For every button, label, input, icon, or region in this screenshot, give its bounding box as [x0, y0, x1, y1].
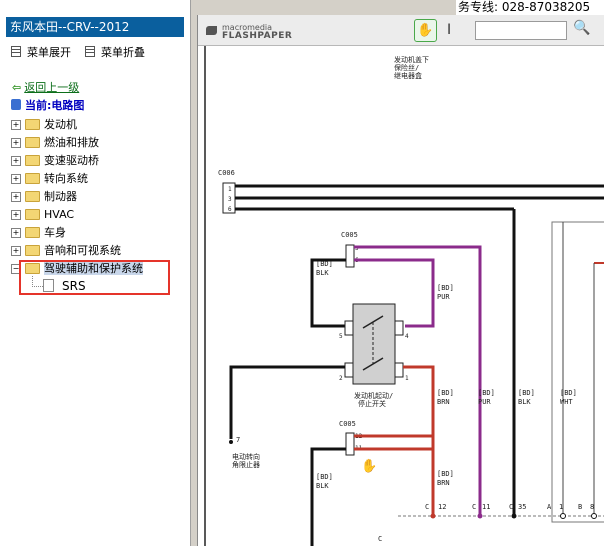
folder-icon: [25, 245, 40, 256]
connector-c005-upper-label: C005: [341, 231, 358, 239]
search-input[interactable]: [475, 21, 567, 40]
tree-connector-line: [32, 276, 43, 287]
expand-plus-icon[interactable]: +: [11, 120, 21, 130]
folder-icon: [25, 173, 40, 184]
svg-text:4: 4: [405, 333, 409, 340]
svg-text:发动机盖下保险丝/继电器盒: 发动机盖下保险丝/继电器盒: [394, 55, 429, 80]
svg-text:[BD]: [BD]: [518, 389, 535, 397]
hand-icon: ✋: [417, 23, 434, 38]
svg-text:C: C: [472, 503, 476, 511]
document-viewer: macromedia FLASHPAPER ✋ I 🔍 发动机盖下保险丝/继电器…: [197, 15, 604, 546]
folder-icon: [25, 137, 40, 148]
back-link[interactable]: ⇦ 返回上一级: [12, 81, 79, 95]
svg-text:[BD]: [BD]: [478, 389, 495, 397]
svg-text:PUR: PUR: [437, 293, 450, 301]
computer-icon: [11, 99, 21, 110]
expand-plus-icon[interactable]: +: [11, 192, 21, 202]
svg-text:B: B: [578, 503, 582, 511]
tree-item-hvac[interactable]: + HVAC: [11, 207, 74, 223]
svg-text:BLK: BLK: [316, 482, 329, 490]
svg-text:35: 35: [518, 503, 526, 511]
svg-text:WHT: WHT: [560, 398, 573, 406]
service-hotline: 务专线: 028-87038205: [456, 0, 604, 15]
svg-text:PUR: PUR: [478, 398, 491, 406]
tree-item-srs[interactable]: SRS: [43, 279, 86, 293]
text-cursor-icon: I: [447, 22, 452, 38]
expand-plus-icon[interactable]: +: [11, 138, 21, 148]
folder-icon: [25, 155, 40, 166]
svg-text:[BD]: [BD]: [437, 284, 454, 292]
svg-text:BLK: BLK: [316, 269, 329, 277]
top-note-line: 发动机盖下: [394, 55, 429, 64]
sidebar-title: 东风本田--CRV--2012: [6, 17, 184, 37]
search-icon[interactable]: 🔍: [573, 20, 590, 36]
text-select-button[interactable]: I: [447, 22, 451, 38]
switch-label: 发动机起动/: [354, 391, 393, 400]
svg-text:2: 2: [339, 375, 343, 382]
svg-text:[BD]: [BD]: [437, 470, 454, 478]
document-icon: [43, 279, 54, 292]
folder-icon: [25, 209, 40, 220]
svg-text:8: 8: [590, 503, 594, 511]
list-icon: [85, 46, 95, 57]
back-arrow-icon: ⇦: [12, 81, 22, 94]
connector-c005-lower-label: C005: [339, 420, 356, 428]
svg-text:C: C: [425, 503, 429, 511]
left-note: 电动转向: [232, 452, 260, 461]
svg-text:7: 7: [236, 436, 240, 444]
folder-icon: [25, 227, 40, 238]
svg-text:BLK: BLK: [518, 398, 531, 406]
hand-tool-button[interactable]: ✋: [414, 19, 437, 42]
svg-text:5: 5: [339, 333, 343, 340]
tree-item-steering[interactable]: + 转向系统: [11, 171, 88, 187]
hand-cursor-icon: ✋: [361, 458, 377, 474]
svg-text:1: 1: [559, 503, 563, 511]
svg-text:C: C: [378, 535, 382, 543]
expand-plus-icon[interactable]: +: [11, 210, 21, 220]
svg-text:BRN: BRN: [437, 398, 450, 406]
expand-plus-icon[interactable]: +: [11, 174, 21, 184]
expand-plus-icon[interactable]: +: [11, 156, 21, 166]
folder-icon: [25, 191, 40, 202]
flashpaper-mark-icon: [206, 26, 217, 35]
wiring-diagram: 发动机盖下保险丝/继电器盒 C006 1 3 6 C005 5 6 [BD] B…: [204, 46, 604, 546]
svg-text:12: 12: [438, 503, 446, 511]
tree-item-engine[interactable]: + 发动机: [11, 117, 77, 133]
svg-text:电动转向角限止器: 电动转向角限止器: [232, 452, 260, 469]
connector-c006-label: C006: [218, 169, 235, 177]
svg-text:11: 11: [482, 503, 490, 511]
svg-text:[BD]: [BD]: [316, 473, 333, 481]
expand-plus-icon[interactable]: +: [11, 246, 21, 256]
tree-item-brakes[interactable]: + 制动器: [11, 189, 77, 205]
svg-text:1: 1: [405, 375, 409, 382]
svg-text:BRN: BRN: [437, 479, 450, 487]
sidebar: 东风本田--CRV--2012 菜单展开 菜单折叠 ⇦ 返回上一级 当前:电路图 …: [0, 0, 191, 546]
svg-text:C: C: [509, 503, 513, 511]
svg-text:发动机起动/停止开关: 发动机起动/停止开关: [354, 391, 393, 408]
list-icon: [11, 46, 21, 57]
menu-expand-button[interactable]: 菜单展开: [11, 46, 71, 60]
current-location: 当前:电路图: [11, 99, 84, 113]
tree-item-fuel[interactable]: + 燃油和排放: [11, 135, 99, 151]
folder-icon: [25, 119, 40, 130]
menu-collapse-button[interactable]: 菜单折叠: [85, 46, 145, 60]
flashpaper-logo: macromedia FLASHPAPER: [206, 23, 292, 41]
svg-text:3: 3: [228, 196, 232, 203]
svg-text:[BD]: [BD]: [437, 389, 454, 397]
viewer-toolbar: macromedia FLASHPAPER ✋ I 🔍: [198, 15, 604, 46]
svg-text:1: 1: [228, 186, 232, 193]
expand-plus-icon[interactable]: +: [11, 228, 21, 238]
tree-item-audio[interactable]: + 音响和可视系统: [11, 243, 121, 259]
svg-text:A: A: [547, 503, 552, 511]
tree-item-body[interactable]: + 车身: [11, 225, 66, 241]
tree-item-transaxle[interactable]: + 变速驱动桥: [11, 153, 99, 169]
svg-text:6: 6: [228, 206, 232, 213]
